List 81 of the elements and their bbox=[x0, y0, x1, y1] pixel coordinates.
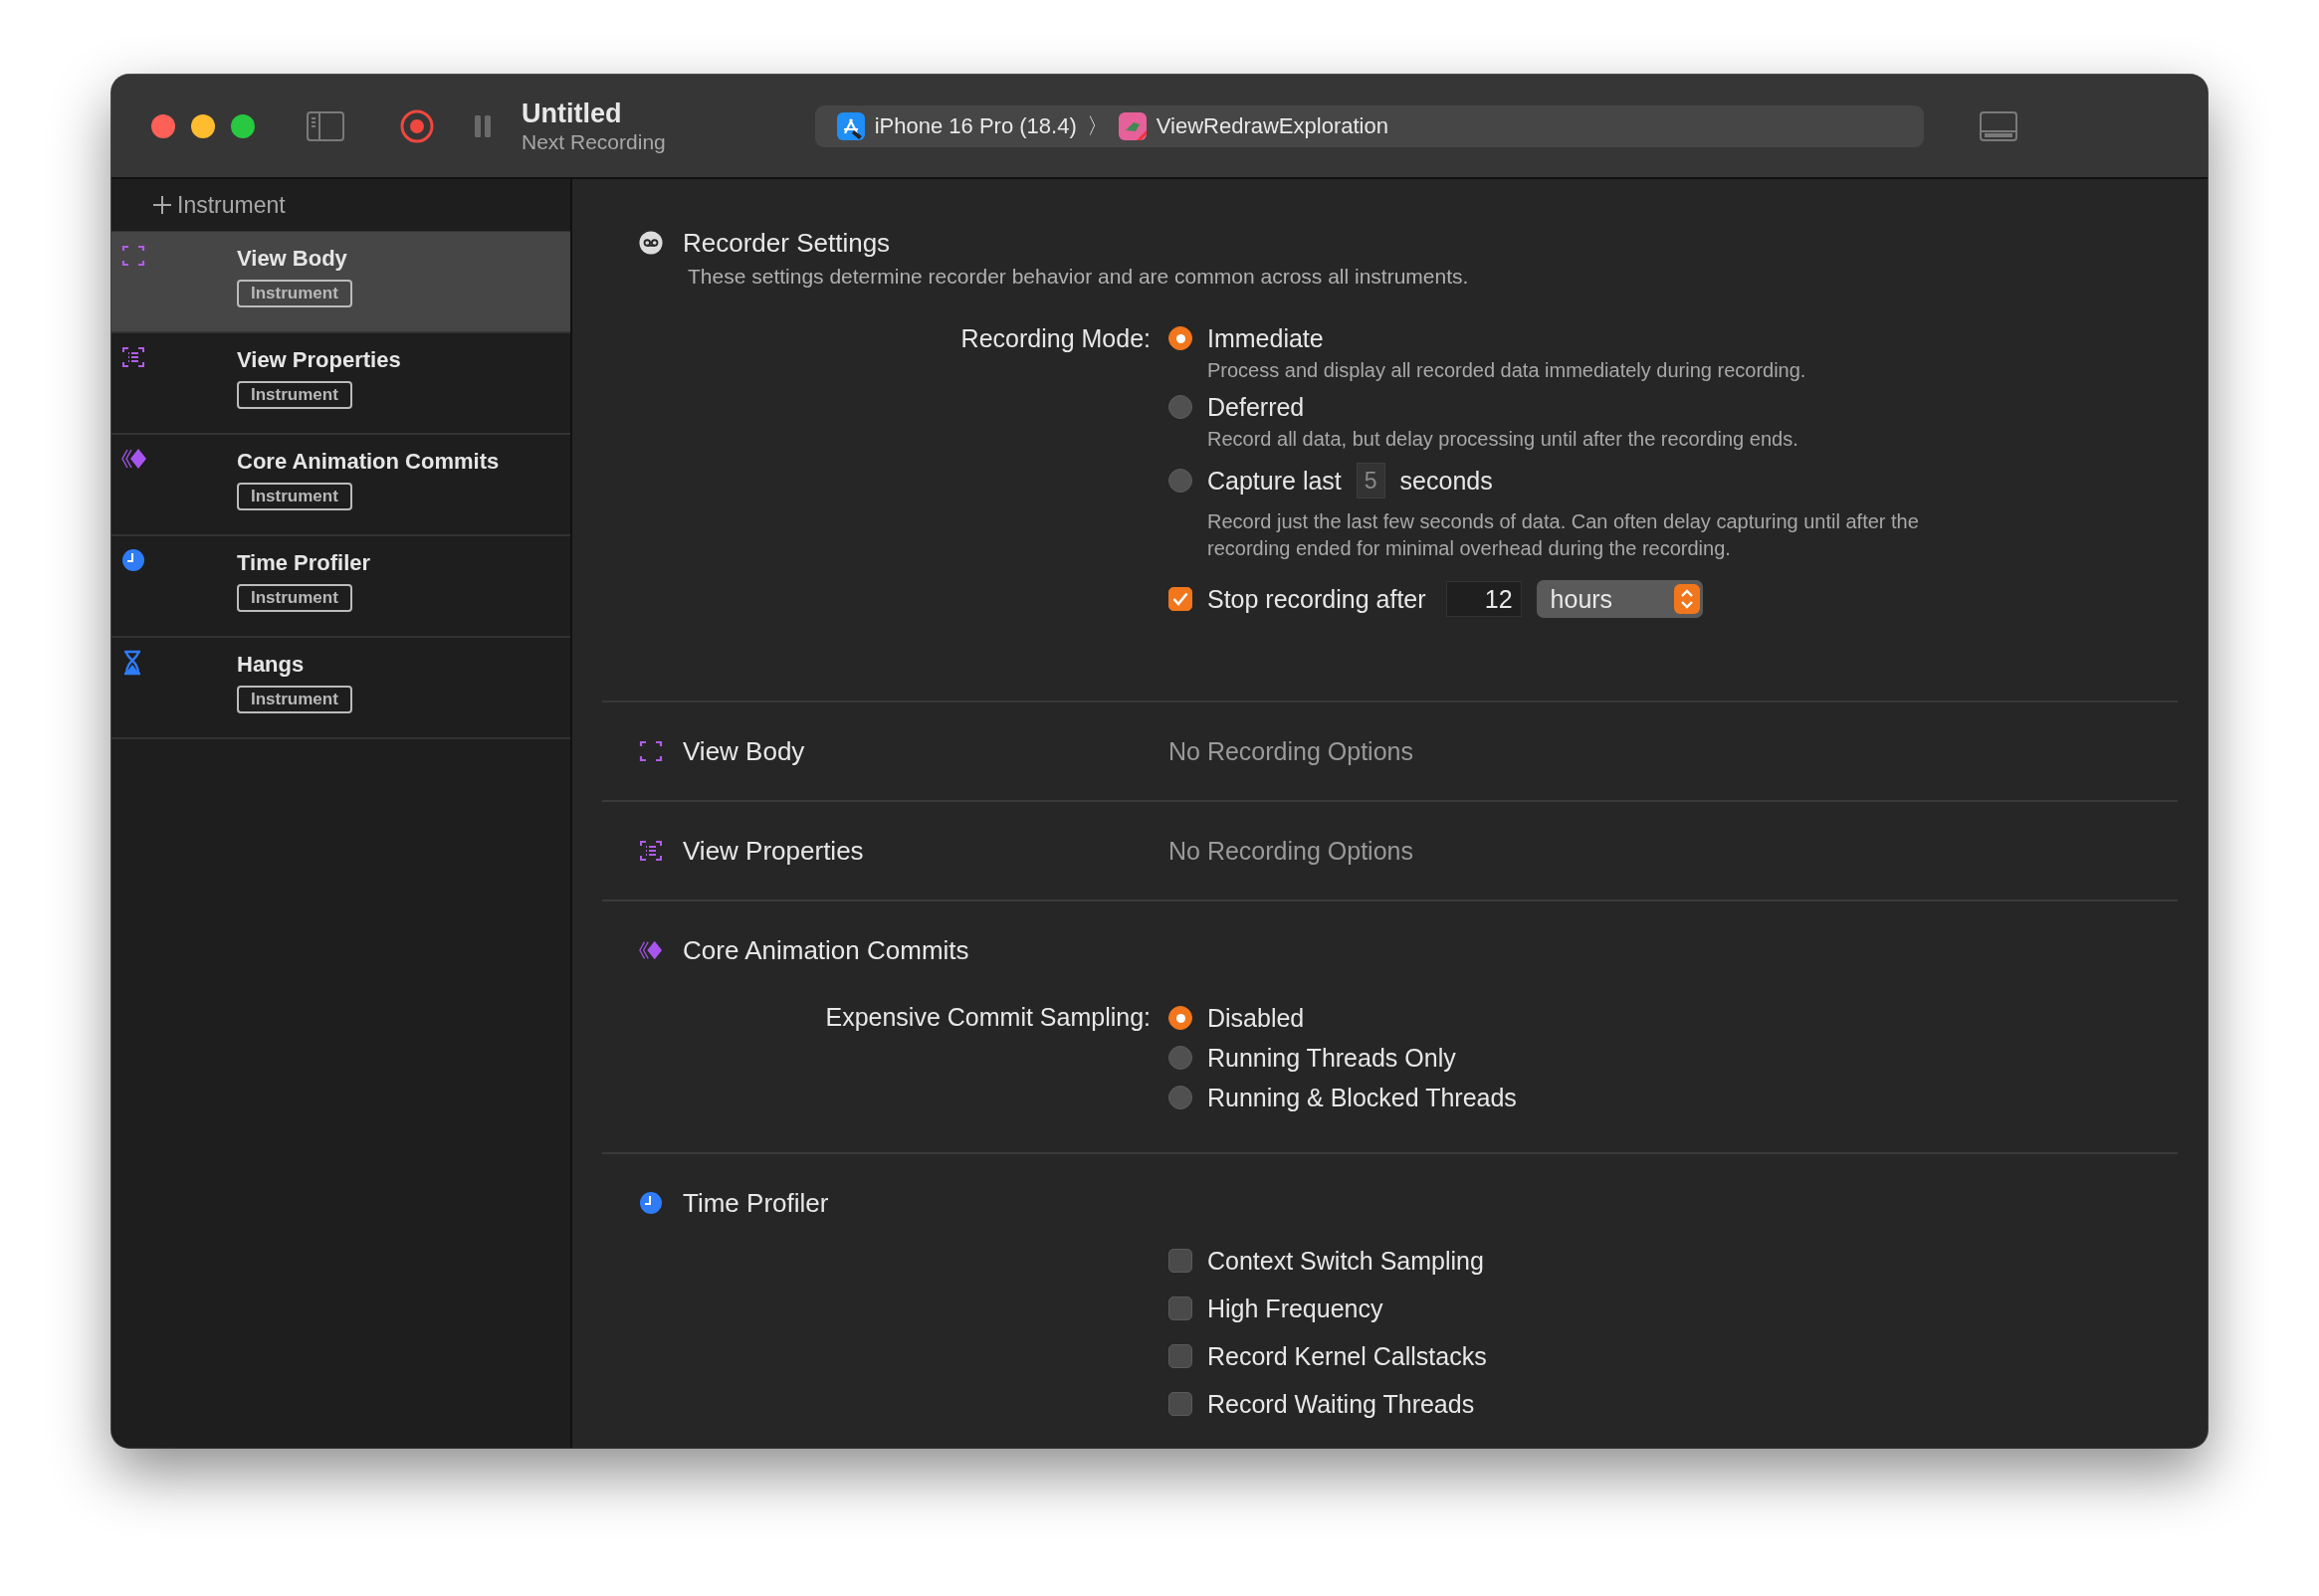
diamond-icon bbox=[639, 938, 663, 962]
sidebar-toggle-icon[interactable] bbox=[307, 110, 344, 141]
minimize-button[interactable] bbox=[191, 113, 215, 138]
radio-button[interactable] bbox=[1168, 1046, 1192, 1070]
list-frame-icon bbox=[121, 345, 145, 369]
section-description: These settings determine recorder behavior and are common across all instruments. bbox=[687, 264, 1470, 290]
section-title: Time Profiler bbox=[683, 1187, 829, 1219]
radio-button[interactable] bbox=[1168, 1006, 1192, 1030]
option-label: Immediate bbox=[1207, 323, 1324, 353]
radio-button[interactable] bbox=[1168, 395, 1192, 419]
device-name: iPhone 16 Pro (18.4) bbox=[874, 112, 1077, 139]
hours-field[interactable]: 12 bbox=[1445, 581, 1522, 617]
window-subtitle: Next Recording bbox=[522, 128, 666, 155]
breadcrumb-separator: 〉 bbox=[1086, 111, 1109, 140]
zoom-button[interactable] bbox=[231, 113, 255, 138]
instrument-tag: Instrument bbox=[237, 686, 352, 713]
unit-popup[interactable]: hours bbox=[1536, 580, 1703, 618]
section-title: Recorder Settings bbox=[683, 227, 891, 259]
option-description: Record all data, but delay processing until after the recording ends. bbox=[1207, 427, 1799, 452]
diamond-icon bbox=[121, 447, 147, 471]
option-label: Context Switch Sampling bbox=[1207, 1246, 1484, 1276]
option-label: Stop recording after bbox=[1207, 584, 1426, 614]
option-label: Running & Blocked Threads bbox=[1207, 1083, 1517, 1112]
record-icon[interactable] bbox=[400, 108, 434, 143]
checkbox[interactable] bbox=[1168, 587, 1192, 611]
instrument-name: Time Profiler bbox=[237, 549, 371, 577]
options-status: No Recording Options bbox=[1168, 836, 1414, 866]
instrument-tag: Instrument bbox=[237, 483, 352, 510]
scheme-selector[interactable]: iPhone 16 Pro (18.4) 〉 ViewRedrawExploration bbox=[814, 104, 1924, 147]
panel-toggle-icon[interactable] bbox=[1979, 110, 2017, 141]
clock-icon bbox=[121, 548, 145, 572]
instrument-tag: Instrument bbox=[237, 584, 352, 612]
target-name: ViewRedrawExploration bbox=[1156, 112, 1388, 139]
checkbox[interactable] bbox=[1168, 1392, 1192, 1416]
sidebar-item[interactable]: Hangs Instrument bbox=[111, 638, 570, 739]
option-label: Deferred bbox=[1207, 392, 1305, 422]
stepper-icon bbox=[1679, 588, 1694, 610]
window-title: Untitled bbox=[522, 97, 623, 129]
unit-label: seconds bbox=[1399, 466, 1493, 496]
sidebar-item[interactable]: View Body Instrument bbox=[111, 232, 570, 333]
radio-button[interactable] bbox=[1168, 326, 1192, 350]
sidebar-item[interactable]: Time Profiler Instrument bbox=[111, 536, 570, 638]
instrument-name: View Body bbox=[237, 245, 348, 273]
clock-icon bbox=[639, 1191, 663, 1215]
option-label: Capture last bbox=[1207, 466, 1342, 496]
hourglass-icon bbox=[121, 650, 143, 676]
pause-icon[interactable] bbox=[474, 113, 492, 138]
options-status: No Recording Options bbox=[1168, 736, 1414, 766]
option-label: High Frequency bbox=[1207, 1294, 1383, 1323]
sidebar-item[interactable]: Core Animation Commits Instrument bbox=[111, 435, 570, 536]
field-label: Recording Mode: bbox=[959, 323, 1151, 354]
plus-icon bbox=[153, 196, 171, 214]
instrument-tag: Instrument bbox=[237, 381, 352, 409]
section-title: View Body bbox=[683, 735, 805, 767]
section-title: View Properties bbox=[683, 835, 864, 867]
radio-button[interactable] bbox=[1168, 1086, 1192, 1109]
checkbox[interactable] bbox=[1168, 1344, 1192, 1368]
option-label: Running Threads Only bbox=[1207, 1043, 1456, 1073]
sidebar-item[interactable]: View Properties Instrument bbox=[111, 333, 570, 435]
option-description: Process and display all recorded data immediately during recording. bbox=[1207, 358, 1807, 383]
option-label: Record Kernel Callstacks bbox=[1207, 1341, 1487, 1371]
option-description: Record just the last few seconds of data. Can often delay capturing until after the recording ended for minimal overhead during the recording. bbox=[1207, 509, 1920, 561]
checkbox[interactable] bbox=[1168, 1249, 1192, 1273]
dashed-frame-icon bbox=[121, 244, 145, 268]
dashed-frame-icon bbox=[639, 739, 663, 763]
seconds-field[interactable]: 5 bbox=[1356, 463, 1385, 499]
instrument-tag: Instrument bbox=[237, 280, 352, 307]
option-label: Record Waiting Threads bbox=[1207, 1389, 1475, 1419]
list-frame-icon bbox=[639, 839, 663, 863]
close-button[interactable] bbox=[151, 113, 175, 138]
option-label: Disabled bbox=[1207, 1003, 1305, 1033]
field-label: Expensive Commit Sampling: bbox=[824, 1002, 1151, 1033]
instrument-name: View Properties bbox=[237, 346, 401, 374]
app-icon bbox=[1118, 111, 1147, 140]
radio-button[interactable] bbox=[1168, 469, 1192, 493]
voicemail-icon bbox=[639, 230, 663, 256]
checkbox[interactable] bbox=[1168, 1297, 1192, 1320]
instrument-name: Core Animation Commits bbox=[237, 448, 500, 476]
instrument-name: Hangs bbox=[237, 651, 306, 679]
app-store-icon bbox=[836, 111, 865, 140]
section-title: Core Animation Commits bbox=[683, 934, 969, 966]
